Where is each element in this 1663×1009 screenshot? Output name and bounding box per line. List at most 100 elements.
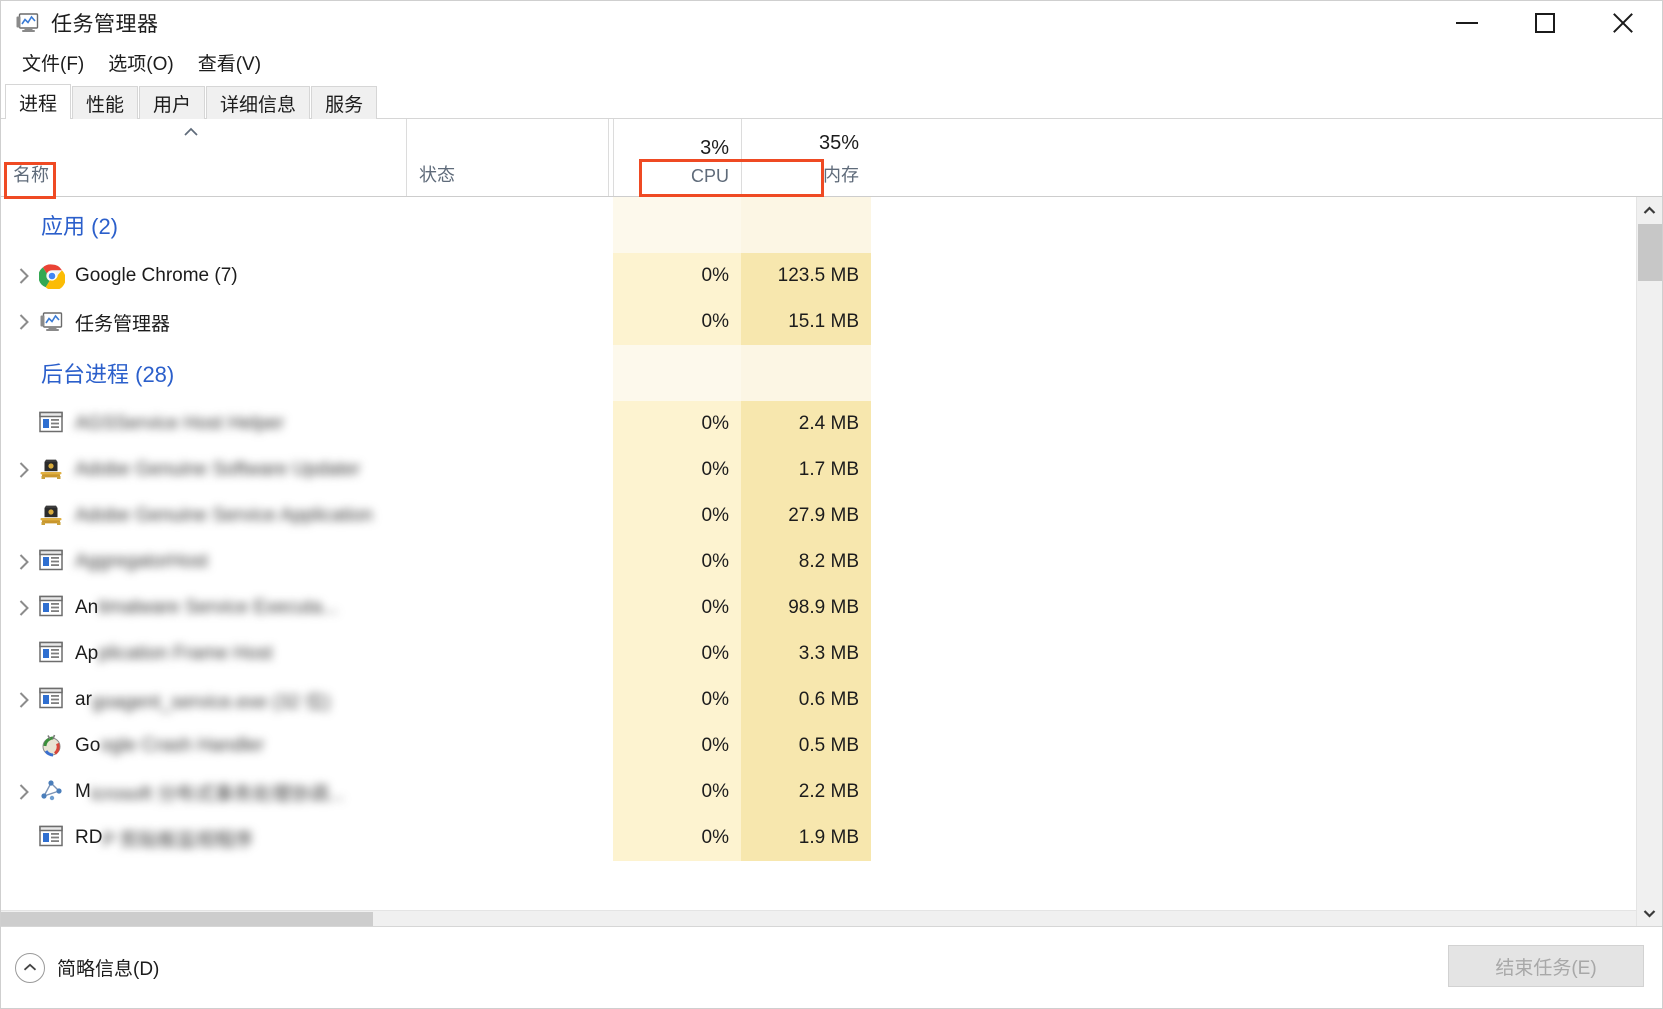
process-memory-cell: 1.7 MB [741,447,871,493]
process-memory-cell: 2.4 MB [741,401,871,447]
row-expander-chevron-icon[interactable] [9,253,39,299]
fewer-details-label: 简略信息(D) [57,959,160,980]
window-app-icon [39,641,65,667]
row-expander-chevron-icon[interactable] [9,299,39,345]
tab-users[interactable]: 用户 [139,86,206,119]
process-name-cell[interactable]: Google Chrome (7) [1,253,406,299]
process-row[interactable]: AGSService Host Helper 0% 2.4 MB [1,401,1636,447]
menu-view[interactable]: 查看(V) [187,46,272,79]
process-row[interactable]: Microsoft 分布式事务处理协调... 0% 2.2 MB [1,769,1636,815]
process-cpu-cell: 0% [613,585,741,631]
minimize-button[interactable] [1428,1,1506,45]
tab-services[interactable]: 服务 [311,86,378,119]
window-app-icon [39,825,65,851]
group-cpu-cell [613,345,741,401]
process-name-cell[interactable]: Adobe Genuine Service Application [1,493,406,539]
row-expander-chevron-icon[interactable] [9,447,39,493]
process-cpu-cell: 0% [613,539,741,585]
process-list[interactable]: 应用 (2) Google Chrome (7) 0% 123.5 MB 任务管理器 0%… [1,197,1636,926]
process-memory-cell: 123.5 MB [741,253,871,299]
process-row[interactable]: An timalware Service Executa... 0% 98.9 MB [1,585,1636,631]
row-expander-chevron-icon[interactable] [9,585,39,631]
row-expander-chevron-icon[interactable] [9,539,39,585]
process-status-cell [406,401,608,447]
column-header-name[interactable]: 名称 [1,119,406,196]
fewer-details-button[interactable]: 简略信息(D) [15,952,160,983]
maximize-icon [1535,13,1555,33]
process-memory-cell: 15.1 MB [741,299,871,345]
horizontal-scroll-thumb[interactable] [1,912,373,926]
scroll-up-icon[interactable] [1637,197,1663,223]
memory-total-percent: 35% [818,132,859,154]
window-app-icon [39,595,65,621]
process-cpu-cell: 0% [613,677,741,723]
process-cpu-cell: 0% [613,447,741,493]
process-name-cell[interactable]: Microsoft 分布式事务处理协调... [1,769,406,815]
process-row[interactable]: Adobe Genuine Service Application 0% 27.9 … [1,493,1636,539]
window-controls [1428,1,1662,45]
process-name-cell[interactable]: ar goagent_service.exe (32 位) [1,677,406,723]
menu-options[interactable]: 选项(O) [97,46,184,79]
menu-file[interactable]: 文件(F) [11,46,95,79]
process-name-lead: Ap [75,643,99,664]
process-name-lead: M [75,781,91,802]
process-row[interactable]: ar goagent_service.exe (32 位) 0% 0.6 MB [1,677,1636,723]
row-expander-chevron-icon[interactable] [9,769,39,815]
vertical-scroll-thumb[interactable] [1638,224,1662,281]
process-status-cell [406,769,608,815]
group-name-cell: 后台进程 (28) [1,345,406,401]
column-header-status[interactable]: 状态 [406,119,608,196]
scroll-down-icon[interactable] [1637,900,1663,926]
group-status-cell [406,345,608,401]
cpu-total-percent: 3% [700,137,729,159]
process-name-lead: Go [75,735,101,756]
process-name-label: timalware Service Executa... [98,597,338,618]
process-cpu-cell: 0% [613,299,741,345]
process-cpu-cell: 0% [613,493,741,539]
group-header-row[interactable]: 应用 (2) [1,197,1636,253]
status-bar: 简略信息(D) 结束任务(E) [1,926,1662,1008]
group-header-row[interactable]: 后台进程 (28) [1,345,1636,401]
row-expander-spacer [9,723,39,769]
process-status-cell [406,493,608,539]
process-name-cell[interactable]: Go ogle Crash Handler [1,723,406,769]
maximize-button[interactable] [1506,1,1584,45]
tab-details[interactable]: 详细信息 [206,86,311,119]
process-name-cell[interactable]: An timalware Service Executa... [1,585,406,631]
minimize-icon [1456,22,1478,24]
process-row[interactable]: Go ogle Crash Handler 0% 0.5 MB [1,723,1636,769]
end-task-button[interactable]: 结束任务(E) [1448,945,1644,987]
vertical-scrollbar[interactable] [1636,197,1662,926]
process-status-cell [406,723,608,769]
process-name-cell[interactable]: AGSService Host Helper [1,401,406,447]
close-button[interactable] [1584,1,1662,45]
process-status-cell [406,253,608,299]
horizontal-scrollbar[interactable] [1,910,1636,926]
process-row[interactable]: Ap plication Frame Host 0% 3.3 MB [1,631,1636,677]
process-name-cell[interactable]: Ap plication Frame Host [1,631,406,677]
process-row[interactable]: AggregatorHost 0% 8.2 MB [1,539,1636,585]
process-list-area: 应用 (2) Google Chrome (7) 0% 123.5 MB 任务管理器 0%… [1,197,1662,926]
process-row[interactable]: 任务管理器 0% 15.1 MB [1,299,1636,345]
process-cpu-cell: 0% [613,631,741,677]
column-header-cpu[interactable]: 3% CPU [613,119,741,196]
process-cpu-cell: 0% [613,253,741,299]
task-manager-window: 任务管理器 文件(F) 选项(O) 查看(V) 进程 性能 用户 详细信息 服务… [0,0,1663,1009]
process-row[interactable]: RD P 剪贴板监视程序 0% 1.9 MB [1,815,1636,861]
tab-processes[interactable]: 进程 [5,84,72,119]
process-name-cell[interactable]: AggregatorHost [1,539,406,585]
process-status-cell [406,299,608,345]
process-row[interactable]: Adobe Genuine Software Updater 0% 1.7 MB [1,447,1636,493]
process-name-cell[interactable]: Adobe Genuine Software Updater [1,447,406,493]
row-expander-chevron-icon[interactable] [9,677,39,723]
process-row[interactable]: Google Chrome (7) 0% 123.5 MB [1,253,1636,299]
process-name-label: 任务管理器 [75,313,171,335]
column-header-memory[interactable]: 35% 内存 [741,119,871,196]
process-name-cell[interactable]: 任务管理器 [1,299,406,345]
shield-gold-icon [39,457,65,483]
column-header-memory-label: 内存 [823,165,859,185]
process-name-lead: An [75,597,99,618]
process-name-cell[interactable]: RD P 剪贴板监视程序 [1,815,406,861]
tab-performance[interactable]: 性能 [72,86,139,119]
task-manager-icon [39,309,65,335]
